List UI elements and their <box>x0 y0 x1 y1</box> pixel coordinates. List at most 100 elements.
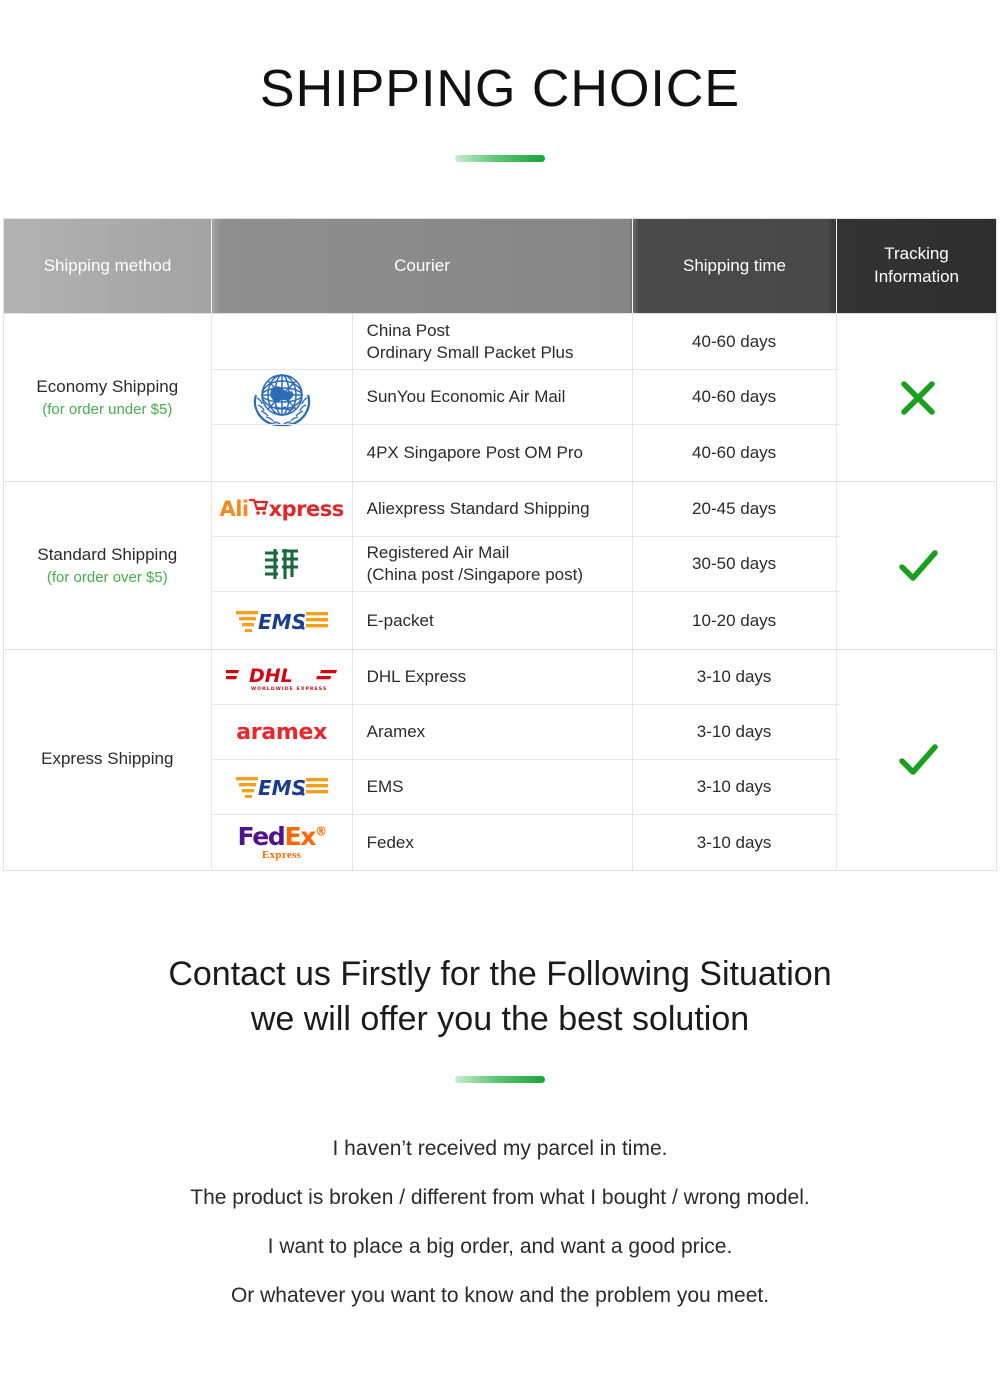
courier-name-cell: Aliexpress Standard Shipping <box>353 482 633 536</box>
table-row: 4PX Singapore Post OM Pro 40-60 days <box>212 425 840 481</box>
aliexpress-logo-xpress: xpress <box>268 497 345 521</box>
svg-text:WORLDWIDE EXPRESS: WORLDWIDE EXPRESS <box>251 686 327 692</box>
dhl-logo: DHL WORLDWIDE EXPRESS <box>225 665 337 692</box>
table-row: aramex Aramex 3-10 days <box>211 705 840 760</box>
logo-cell-ems: EMS <box>212 760 353 814</box>
header-shipping-time: Shipping time <box>633 219 837 313</box>
logo-cell-aliexpress: Ali xpress <box>212 482 353 536</box>
ems-logo: EMS <box>235 776 328 800</box>
courier-name-cell: Fedex <box>353 815 633 870</box>
method-cell-economy: Economy Shipping (for order under $5) <box>4 314 212 481</box>
contact-divider-wrap <box>0 1076 1000 1083</box>
shipping-time-cell: 10-20 days <box>633 592 837 649</box>
situation-item: The product is broken / different from w… <box>190 1186 810 1209</box>
courier-name-line1: Registered Air Mail <box>366 543 510 563</box>
table-row: FedEx® Express Fedex 3-10 days <box>212 815 840 870</box>
courier-name-cell: Registered Air Mail (China post /Singapo… <box>353 537 633 591</box>
courier-rows-standard: Ali xpress Aliexpress Standard Shipping … <box>211 482 840 649</box>
method-note: (for order over $5) <box>46 568 168 586</box>
header-tracking-information: Tracking Information <box>837 219 996 313</box>
method-note: (for order under $5) <box>42 400 173 418</box>
table-row: China Post Ordinary Small Packet Plus 40… <box>211 314 840 482</box>
fedex-logo-fed: Fed <box>237 822 285 851</box>
title-divider <box>455 154 545 162</box>
contact-divider <box>455 1076 545 1083</box>
shipping-time-cell: 3-10 days <box>633 705 837 759</box>
table-group-express: Express Shipping DHL WORLDWIDE EXPRESS D… <box>4 649 996 870</box>
contact-heading-line1: Contact us Firstly for the Following Sit… <box>168 955 832 993</box>
courier-name-line1: China Post <box>366 320 450 340</box>
header-courier: Courier <box>212 219 633 313</box>
table-group-economy: Economy Shipping (for order under $5) Ch… <box>4 313 996 482</box>
logo-cell-empty <box>212 425 353 481</box>
courier-name-cell: E-packet <box>353 592 633 649</box>
fedex-logo: FedEx® Express <box>237 822 327 861</box>
courier-name-cell: DHL Express <box>353 650 633 704</box>
contact-heading: Contact us Firstly for the Following Sit… <box>0 952 1000 1042</box>
tracking-cell-economy <box>839 314 996 481</box>
courier-name-cell: SunYou Economic Air Mail <box>353 370 633 424</box>
shipping-time-cell: 40-60 days <box>633 425 837 481</box>
page-title: SHIPPING CHOICE <box>259 60 741 118</box>
courier-name-cell: China Post Ordinary Small Packet Plus <box>353 314 633 369</box>
header-tracking-line1: Tracking <box>884 244 949 264</box>
logo-cell-empty <box>212 370 353 424</box>
fedex-logo-ex: Ex <box>284 822 316 851</box>
method-cell-express: Express Shipping <box>4 650 212 870</box>
tracking-cell-standard <box>839 482 996 649</box>
table-group-standard: Standard Shipping (for order over $5) Al… <box>4 481 996 649</box>
ems-logo: EMS <box>235 610 328 634</box>
situation-list: I haven’t received my parcel in time. Th… <box>0 1138 1000 1306</box>
svg-text:DHL: DHL <box>249 665 293 687</box>
header-tracking-line2: Information <box>873 267 960 286</box>
china-post-logo <box>264 549 298 579</box>
method-name: Standard Shipping <box>37 544 178 564</box>
aliexpress-logo-ali: Ali <box>219 497 249 521</box>
courier-rows-express: DHL WORLDWIDE EXPRESS DHL Express 3-10 d… <box>211 650 840 870</box>
table-row: SunYou Economic Air Mail 40-60 days <box>211 370 840 425</box>
logo-cell-aramex: aramex <box>212 705 353 759</box>
courier-name-cell: Aramex <box>353 705 633 759</box>
courier-name-line2: (China post /Singapore post) <box>366 565 584 584</box>
shipping-time-cell: 40-60 days <box>633 314 837 369</box>
table-row: Registered Air Mail (China post /Singapo… <box>211 537 840 592</box>
logo-cell-dhl: DHL WORLDWIDE EXPRESS <box>212 650 353 704</box>
logo-cell-ems: EMS <box>212 592 353 649</box>
check-icon <box>898 744 938 775</box>
table-row: EMS EMS 3-10 days <box>211 760 840 815</box>
fedex-logo-express: Express <box>262 849 302 861</box>
situation-item: Or whatever you want to know and the pro… <box>230 1284 770 1307</box>
shopping-cart-icon <box>248 497 269 521</box>
title-divider-wrap <box>0 154 1000 162</box>
courier-name-line2: Ordinary Small Packet Plus <box>366 342 574 362</box>
logo-cell-fedex: FedEx® Express <box>212 815 353 870</box>
shipping-table: Shipping method Courier Shipping time Tr… <box>3 218 997 871</box>
method-cell-standard: Standard Shipping (for order over $5) <box>4 482 212 649</box>
check-icon <box>898 549 938 581</box>
method-name: Economy Shipping <box>36 376 179 396</box>
svg-text:EMS: EMS <box>258 776 306 800</box>
courier-name-cell: 4PX Singapore Post OM Pro <box>353 425 633 481</box>
table-row: EMS E-packet 10-20 days <box>212 592 840 649</box>
courier-name-cell: EMS <box>353 760 633 814</box>
aliexpress-logo: Ali xpress <box>219 497 345 521</box>
shipping-time-cell: 3-10 days <box>633 815 837 870</box>
tracking-cell-express <box>839 650 996 870</box>
shipping-time-cell: 3-10 days <box>633 760 837 814</box>
table-row: Ali xpress Aliexpress Standard Shipping … <box>211 482 840 537</box>
header-shipping-method: Shipping method <box>4 219 212 313</box>
method-name: Express Shipping <box>41 748 174 768</box>
shipping-time-cell: 3-10 days <box>633 650 837 704</box>
contact-heading-line2: we will offer you the best solution <box>250 999 750 1038</box>
situation-item: I want to place a big order, and want a … <box>267 1235 733 1258</box>
shipping-time-cell: 20-45 days <box>633 482 837 536</box>
courier-rows-economy: China Post Ordinary Small Packet Plus 40… <box>211 314 840 482</box>
situation-item: I haven’t received my parcel in time. <box>332 1137 668 1160</box>
shipping-time-cell: 30-50 days <box>633 537 837 591</box>
cross-icon <box>900 380 935 415</box>
logo-cell-china-post <box>212 537 353 591</box>
fedex-registered-icon: ® <box>315 824 327 839</box>
fedex-logo-wordmark: FedEx® <box>237 822 327 851</box>
table-header-row: Shipping method Courier Shipping time Tr… <box>4 219 996 313</box>
shipping-time-cell: 40-60 days <box>633 370 837 424</box>
